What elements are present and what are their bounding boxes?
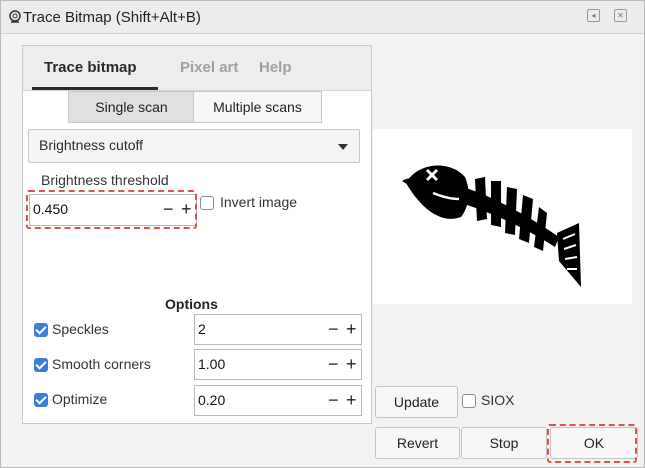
speckles-increment-button[interactable]: +	[346, 319, 357, 339]
optimize-label: Optimize	[52, 391, 108, 407]
optimize-spinbox[interactable]: 0.20 − +	[194, 385, 362, 416]
window-title: Trace Bitmap (Shift+Alt+B)	[23, 9, 201, 26]
fish-skeleton-icon	[402, 165, 581, 287]
optimize-checkbox[interactable]	[34, 393, 48, 407]
tab-strip: Trace bitmap Pixel art Help	[23, 46, 371, 91]
siox-label: SIOX	[481, 392, 515, 408]
tab-help[interactable]: Help	[259, 59, 292, 76]
collapse-icon[interactable]: ◂	[587, 9, 600, 22]
revert-button[interactable]: Revert	[375, 427, 460, 459]
invert-image-checkbox[interactable]	[200, 196, 214, 210]
title-bar: Trace Bitmap (Shift+Alt+B) ◂ ✕	[1, 1, 644, 34]
tab-trace-bitmap[interactable]: Trace bitmap	[44, 59, 137, 76]
smooth-corners-label: Smooth corners	[52, 356, 151, 372]
multiple-scans-button[interactable]: Multiple scans	[193, 91, 322, 123]
trace-bitmap-icon	[9, 10, 21, 23]
options-title: Options	[165, 296, 218, 312]
ok-button[interactable]: OK	[550, 427, 638, 459]
smooth-corners-increment-button[interactable]: +	[346, 354, 357, 374]
smooth-corners-value[interactable]: 1.00	[198, 356, 225, 372]
siox-checkbox[interactable]	[462, 394, 476, 408]
detection-mode-select[interactable]: Brightness cutoff	[28, 129, 360, 163]
chevron-down-icon	[338, 144, 348, 150]
smooth-corners-spinbox[interactable]: 1.00 − +	[194, 349, 362, 380]
speckles-value[interactable]: 2	[198, 321, 206, 337]
tab-pixel-art[interactable]: Pixel art	[180, 59, 238, 76]
speckles-spinbox[interactable]: 2 − +	[194, 314, 362, 345]
invert-image-label: Invert image	[220, 194, 298, 210]
trace-preview	[373, 129, 632, 304]
threshold-spinbox[interactable]: 0.450 − +	[29, 194, 197, 226]
stop-button[interactable]: Stop	[461, 427, 547, 459]
speckles-checkbox[interactable]	[34, 323, 48, 337]
threshold-label: Brightness threshold	[41, 172, 169, 188]
trace-bitmap-dialog: Trace Bitmap (Shift+Alt+B) ◂ ✕ Trace bit…	[0, 0, 645, 468]
speckles-decrement-button[interactable]: −	[328, 319, 339, 339]
optimize-value[interactable]: 0.20	[198, 392, 225, 408]
threshold-value[interactable]: 0.450	[33, 201, 68, 217]
update-button[interactable]: Update	[375, 386, 458, 418]
detection-mode-value: Brightness cutoff	[39, 137, 144, 153]
single-scan-button[interactable]: Single scan	[68, 91, 195, 123]
active-tab-indicator	[32, 87, 158, 90]
smooth-corners-checkbox[interactable]	[34, 358, 48, 372]
threshold-increment-button[interactable]: +	[181, 199, 192, 219]
close-icon[interactable]: ✕	[614, 9, 627, 22]
optimize-decrement-button[interactable]: −	[328, 390, 339, 410]
threshold-decrement-button[interactable]: −	[163, 199, 174, 219]
optimize-increment-button[interactable]: +	[346, 390, 357, 410]
speckles-label: Speckles	[52, 321, 109, 337]
smooth-corners-decrement-button[interactable]: −	[328, 354, 339, 374]
